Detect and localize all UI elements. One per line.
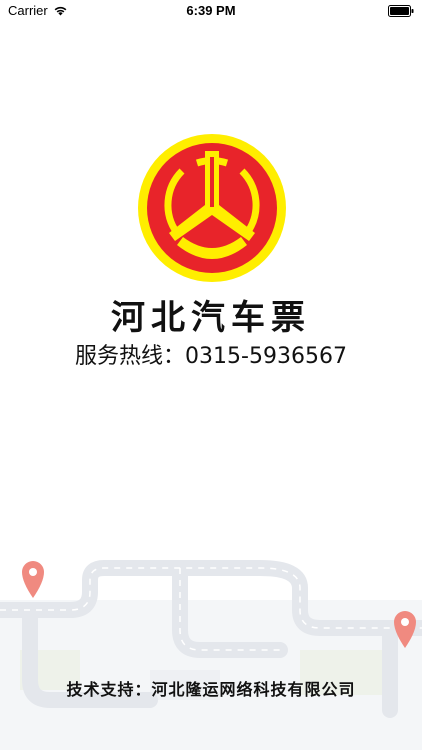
app-title: 河北汽车票: [111, 298, 311, 338]
battery-icon: [388, 5, 414, 20]
status-bar: Carrier 6:39 PM: [0, 0, 422, 22]
map-illustration: [0, 540, 422, 750]
app-logo: [137, 133, 287, 283]
map-pin-left: [22, 561, 44, 598]
tech-support-label: 技术支持：河北隆运网络科技有限公司: [66, 680, 356, 699]
clock: 6:39 PM: [186, 3, 236, 18]
service-hotline: 服务热线：0315-5936567: [75, 344, 347, 369]
